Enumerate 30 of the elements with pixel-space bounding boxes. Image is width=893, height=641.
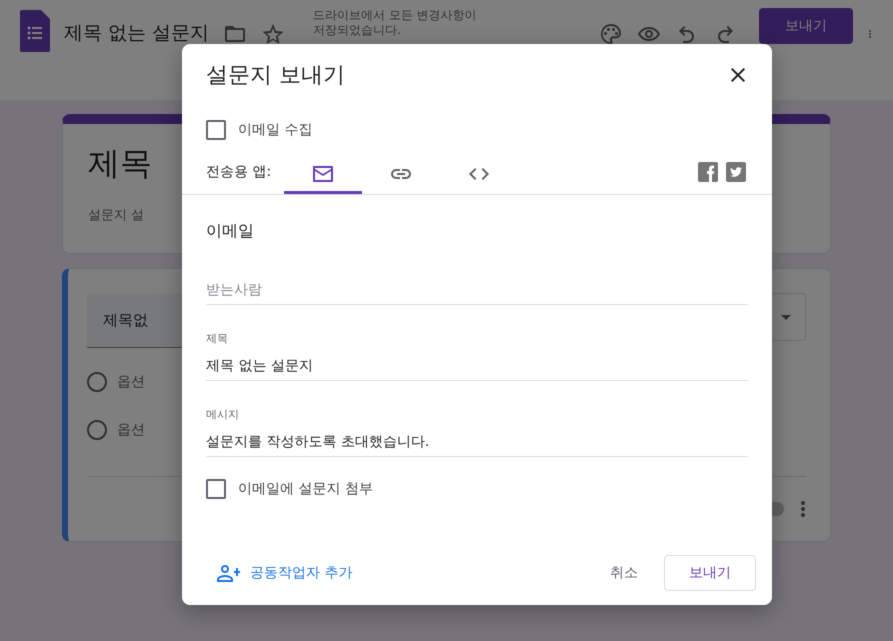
cancel-button[interactable]: 취소 xyxy=(596,556,652,590)
link-icon xyxy=(390,168,412,180)
option-label[interactable]: 옵션 xyxy=(117,373,145,391)
radio-button[interactable] xyxy=(87,372,107,392)
forms-logo-icon xyxy=(20,10,50,52)
palette-icon[interactable] xyxy=(599,22,623,46)
dialog-title: 설문지 보내기 xyxy=(206,62,345,90)
code-icon xyxy=(468,166,490,180)
field-label: 제목 xyxy=(206,331,229,346)
radio-button[interactable] xyxy=(87,420,107,440)
checkbox[interactable] xyxy=(206,120,226,140)
facebook-icon[interactable] xyxy=(698,162,718,182)
add-collaborators-button[interactable]: 공동작업자 추가 xyxy=(216,559,352,587)
twitter-icon[interactable] xyxy=(726,162,746,182)
dropdown-arrow-icon xyxy=(781,314,791,320)
checkbox-label[interactable]: 이메일에 설문지 첨부 xyxy=(238,480,373,498)
checkbox[interactable] xyxy=(206,479,226,499)
field-label: 메시지 xyxy=(206,407,240,422)
section-title: 이메일 xyxy=(206,221,255,242)
checkbox-label[interactable]: 이메일 수집 xyxy=(238,121,312,139)
form-title[interactable]: 제목 없는 설문지 xyxy=(64,20,210,46)
send-button[interactable]: 보내기 xyxy=(759,8,853,44)
star-icon[interactable] xyxy=(261,22,286,46)
more-vert-icon[interactable] xyxy=(800,500,806,518)
add-person-icon xyxy=(216,563,240,583)
option-label[interactable]: 옵션 xyxy=(117,421,145,439)
save-status-text: 드라이브에서 모든 변경사항이 저장되었습니다. xyxy=(313,8,478,38)
send-button[interactable]: 보내기 xyxy=(664,555,756,591)
mail-icon xyxy=(312,164,334,182)
send-via-label: 전송용 앱: xyxy=(206,163,272,182)
